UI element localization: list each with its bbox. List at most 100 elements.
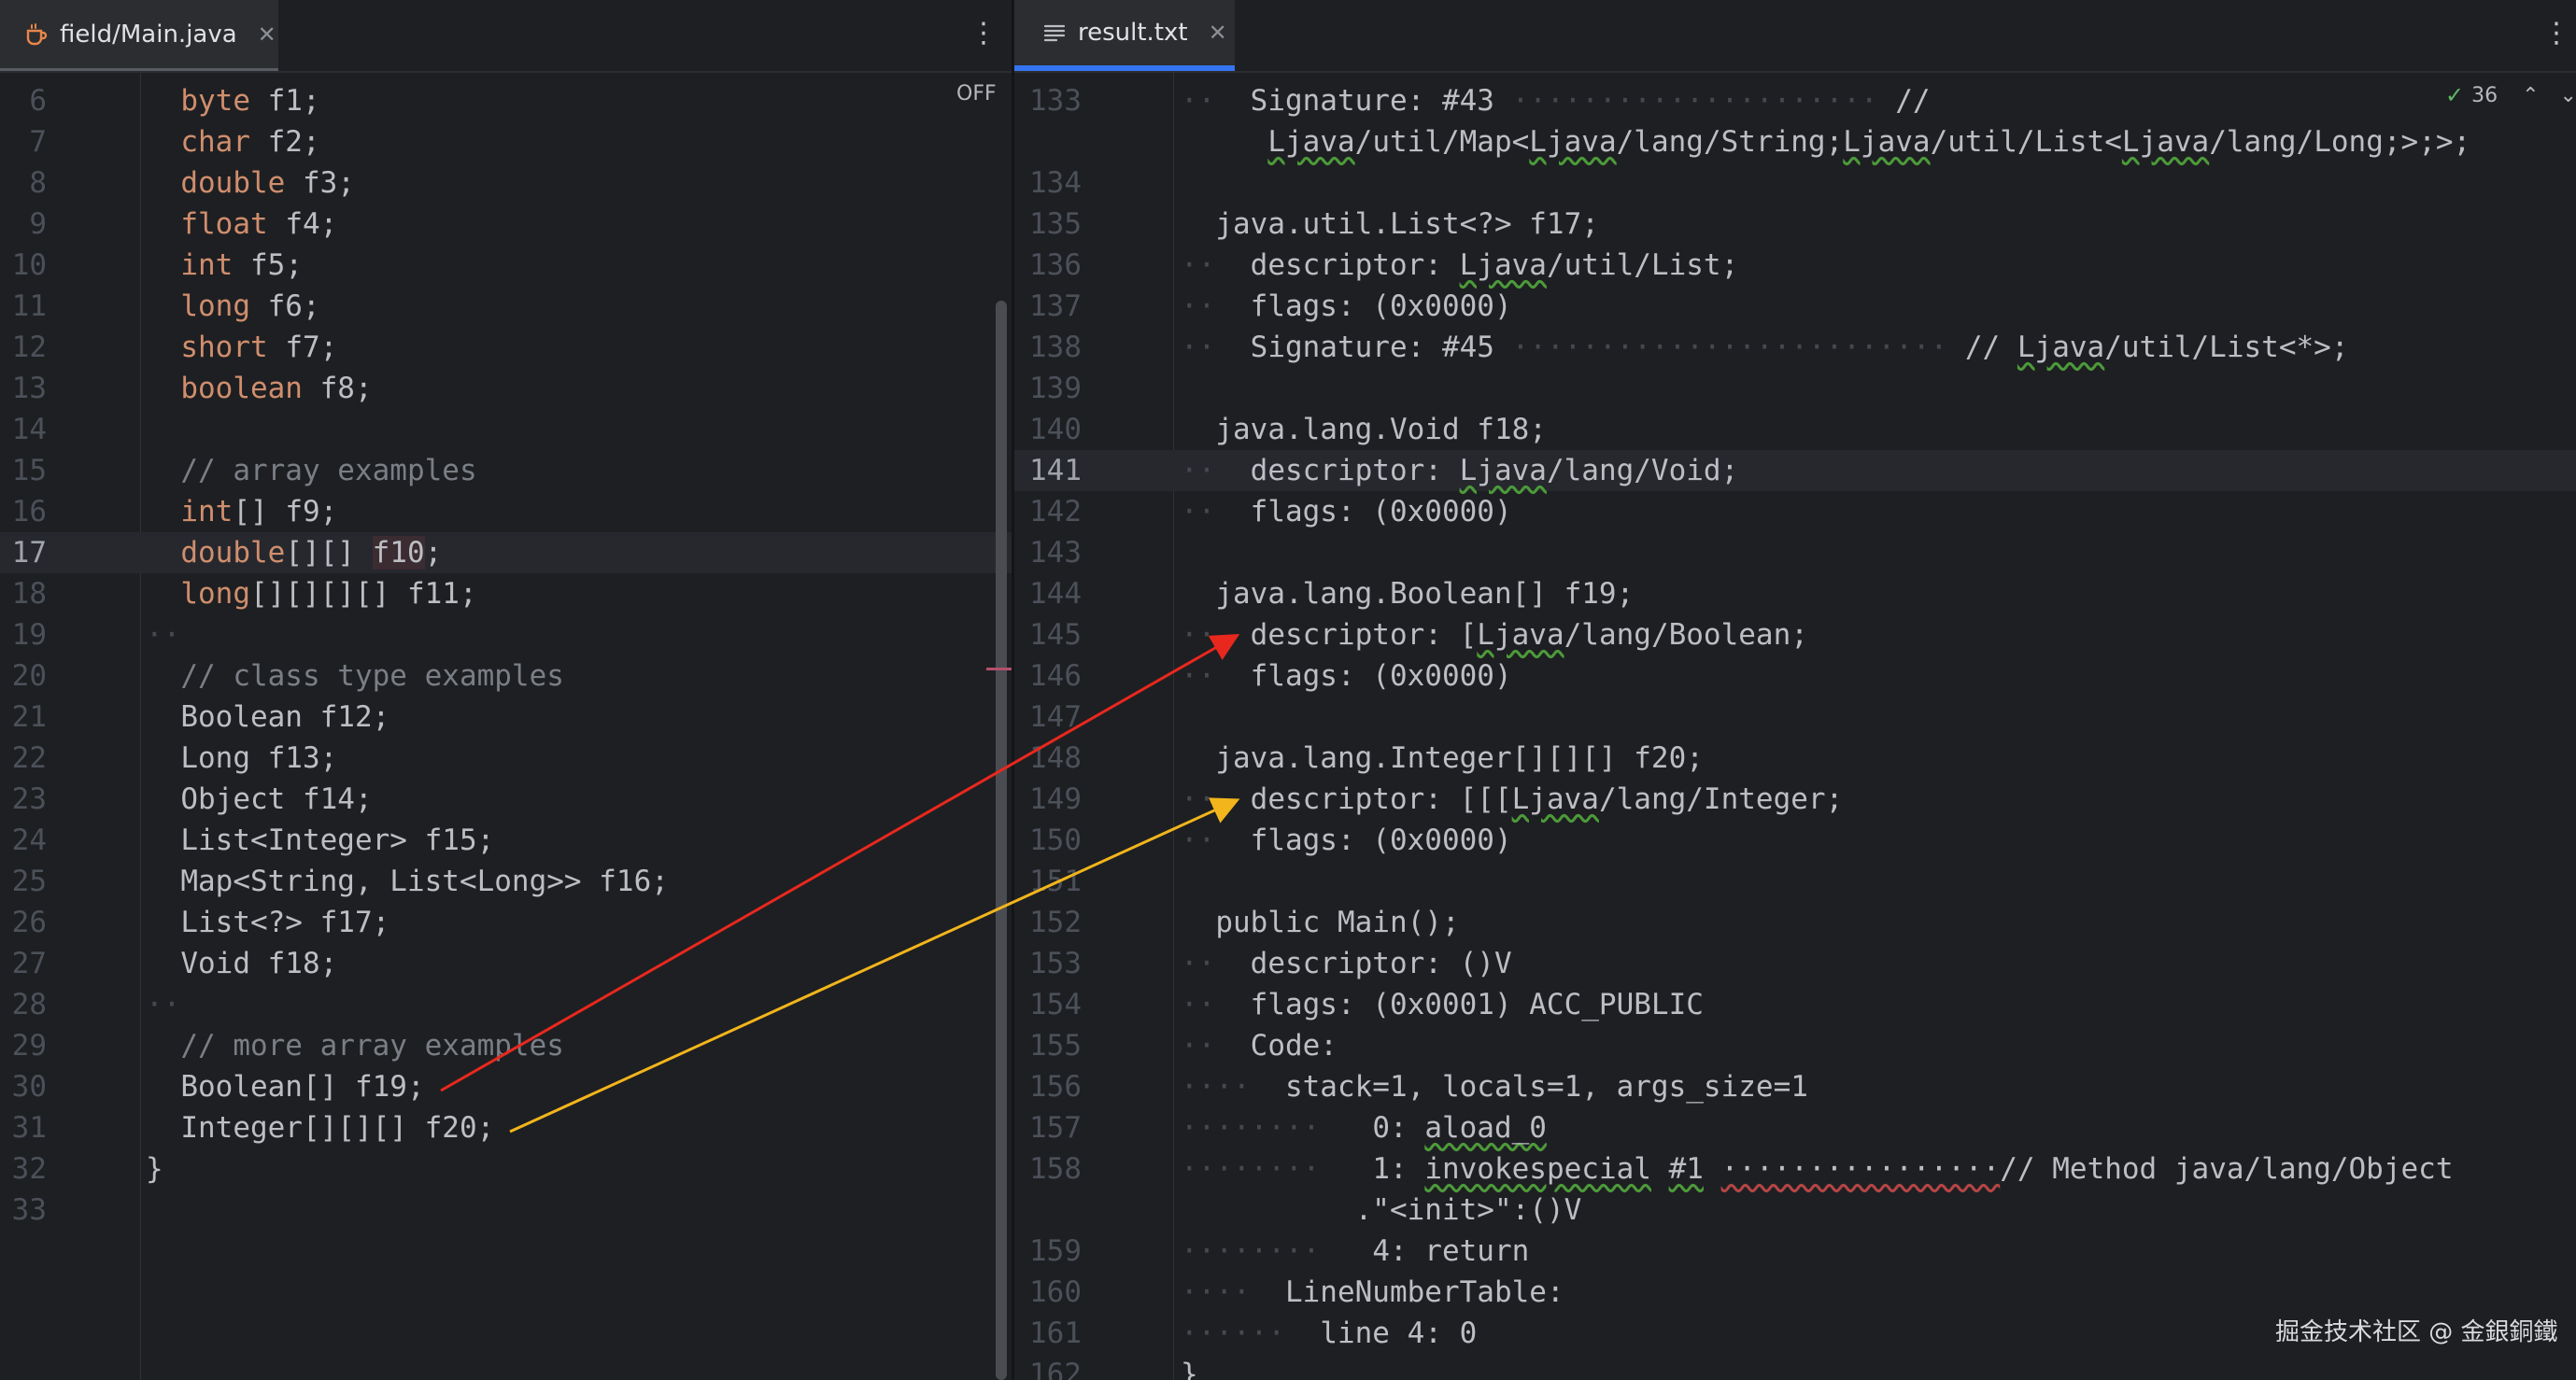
tab-main-java[interactable]: field/Main.java ✕: [0, 0, 278, 71]
code-token: ."<init>":()V: [1320, 1193, 1582, 1227]
code-token: Void f18;: [180, 947, 338, 980]
code-line[interactable]: 30 Boolean[] f19;: [0, 1066, 1014, 1107]
code-line[interactable]: 153 ·· descriptor: ()V: [1014, 943, 2576, 984]
code-line[interactable]: 142 ·· flags: (0x0000): [1014, 491, 2576, 532]
off-indicator[interactable]: OFF: [956, 82, 997, 106]
code-line[interactable]: 136 ·· descriptor: Ljava/util/List;: [1014, 245, 2576, 286]
code-token: java.lang.Void f18;: [1215, 413, 1547, 446]
code-line[interactable]: 158 ········ 1: invokespecial #1 ········…: [1014, 1148, 2576, 1190]
close-icon[interactable]: ✕: [1209, 20, 1227, 46]
code-line[interactable]: 11 long f6;: [0, 286, 1014, 327]
code-line[interactable]: 159 ········ 4: return: [1014, 1231, 2576, 1272]
keyword-token: int: [180, 248, 234, 282]
code-line[interactable]: 32}: [0, 1148, 1014, 1190]
code-line[interactable]: 12 short f7;: [0, 327, 1014, 368]
inspection-widget[interactable]: ✓ 36 ⌃ ⌄: [2445, 82, 2576, 108]
code-line[interactable]: 20 // class type examples: [0, 655, 1014, 697]
code-line[interactable]: 10 int f5;: [0, 245, 1014, 286]
code-line[interactable]: 17 double[][] f10;: [0, 532, 1014, 573]
code-line[interactable]: 155 ·· Code:: [1014, 1025, 2576, 1066]
chevron-up-icon[interactable]: ⌃: [2522, 84, 2539, 107]
code-line[interactable]: 134: [1014, 162, 2576, 204]
code-line[interactable]: 148 java.lang.Integer[][][] f20;: [1014, 738, 2576, 779]
code-line[interactable]: 13 boolean f8;: [0, 368, 1014, 409]
code-line[interactable]: 145 ·· descriptor: [Ljava/lang/Boolean;: [1014, 614, 2576, 655]
left-code-editor[interactable]: 6 byte f1; 7 char f2; 8 double f3; 9 float …: [0, 73, 1014, 1380]
code-line[interactable]: 15 // array examples: [0, 450, 1014, 491]
code-line[interactable]: ."<init>":()V: [1014, 1190, 2576, 1231]
code-text: public Main();: [1181, 902, 1459, 943]
code-line[interactable]: 31 Integer[][][] f20;: [0, 1107, 1014, 1148]
code-line[interactable]: 139: [1014, 368, 2576, 409]
code-line[interactable]: 157 ········ 0: aload_0: [1014, 1107, 2576, 1148]
code-line[interactable]: 23 Object f14;: [0, 779, 1014, 820]
code-text: // class type examples: [146, 655, 564, 697]
code-line[interactable]: 137 ·· flags: (0x0000): [1014, 286, 2576, 327]
code-line[interactable]: 22 Long f13;: [0, 738, 1014, 779]
code-line[interactable]: 152 public Main();: [1014, 902, 2576, 943]
code-line[interactable]: 6 byte f1;: [0, 80, 1014, 121]
code-line[interactable]: 162}: [1014, 1354, 2576, 1380]
line-number: 13: [11, 372, 47, 405]
code-line[interactable]: 143: [1014, 532, 2576, 573]
code-line[interactable]: 138 ·· Signature: #45 ···················…: [1014, 327, 2576, 368]
code-line[interactable]: 26 List<?> f17;: [0, 902, 1014, 943]
line-number: 155: [1029, 1029, 1082, 1063]
code-text: List<?> f17;: [146, 902, 389, 943]
code-token: ··: [1181, 824, 1251, 857]
code-line[interactable]: 33: [0, 1190, 1014, 1231]
code-line[interactable]: 140 java.lang.Void f18;: [1014, 409, 2576, 450]
code-line[interactable]: 141 ·· descriptor: Ljava/lang/Void;: [1014, 450, 2576, 491]
code-token: aload_0: [1424, 1111, 1547, 1145]
line-number: 158: [1029, 1152, 1082, 1186]
code-token: ·····················: [1511, 84, 1878, 118]
right-code-editor[interactable]: 133 ·· Signature: #43 ···················…: [1014, 73, 2576, 1380]
line-number: 10: [11, 248, 47, 282]
code-line[interactable]: 25 Map<String, List<Long>> f16;: [0, 861, 1014, 902]
code-line[interactable]: 19 ··: [0, 614, 1014, 655]
code-line[interactable]: 16 int[] f9;: [0, 491, 1014, 532]
code-text: ········ 4: return: [1181, 1231, 1529, 1272]
line-number: 11: [11, 289, 47, 323]
code-line[interactable]: 24 List<Integer> f15;: [0, 820, 1014, 861]
code-line[interactable]: 150 ·· flags: (0x0000): [1014, 820, 2576, 861]
code-line[interactable]: 27 Void f18;: [0, 943, 1014, 984]
code-line[interactable]: 9 float f4;: [0, 204, 1014, 245]
code-text: byte f1;: [146, 80, 319, 121]
code-line[interactable]: 147: [1014, 697, 2576, 738]
keyword-token: long: [180, 577, 250, 611]
comment-token: // array examples: [180, 454, 477, 487]
code-line[interactable]: 160 ···· LineNumberTable:: [1014, 1272, 2576, 1313]
code-line[interactable]: 29 // more array examples: [0, 1025, 1014, 1066]
code-line[interactable]: 7 char f2;: [0, 121, 1014, 162]
code-line[interactable]: Ljava/util/Map<Ljava/lang/String;Ljava/u…: [1014, 121, 2576, 162]
code-line[interactable]: 149 ·· descriptor: [[[Ljava/lang/Integer;: [1014, 779, 2576, 820]
code-line[interactable]: 154 ·· flags: (0x0001) ACC_PUBLIC: [1014, 984, 2576, 1025]
code-line[interactable]: 8 double f3;: [0, 162, 1014, 204]
code-line[interactable]: 133 ·· Signature: #43 ···················…: [1014, 80, 2576, 121]
code-line[interactable]: 28 ··: [0, 984, 1014, 1025]
code-token: /lang/Integer;: [1598, 782, 1844, 816]
code-line[interactable]: 151: [1014, 861, 2576, 902]
code-line[interactable]: 146 ·· flags: (0x0000): [1014, 655, 2576, 697]
close-icon[interactable]: ✕: [258, 21, 276, 48]
more-vertical-icon[interactable]: ⋮: [970, 17, 998, 49]
code-text: Ljava/util/Map<Ljava/lang/String;Ljava/u…: [1181, 121, 2470, 162]
line-number: 20: [11, 659, 47, 693]
code-line[interactable]: 135 java.util.List<?> f17;: [1014, 204, 2576, 245]
code-token: ··: [146, 988, 181, 1021]
code-line[interactable]: 14: [0, 409, 1014, 450]
chevron-down-icon[interactable]: ⌄: [2560, 84, 2576, 107]
more-vertical-icon[interactable]: ⋮: [2542, 17, 2570, 49]
tab-result-txt[interactable]: result.txt ✕: [1014, 0, 1235, 71]
code-line[interactable]: 144 java.lang.Boolean[] f19;: [1014, 573, 2576, 614]
code-line[interactable]: 18 long[][][][] f11;: [0, 573, 1014, 614]
code-token: java.lang.Boolean[] f19;: [1215, 577, 1635, 611]
code-line[interactable]: 21 Boolean f12;: [0, 697, 1014, 738]
code-line[interactable]: 156 ···· stack=1, locals=1, args_size=1: [1014, 1066, 2576, 1107]
code-token: Ljava: [1459, 248, 1547, 282]
line-number: 31: [11, 1111, 47, 1145]
scrollbar-thumb[interactable]: [996, 301, 1007, 1380]
